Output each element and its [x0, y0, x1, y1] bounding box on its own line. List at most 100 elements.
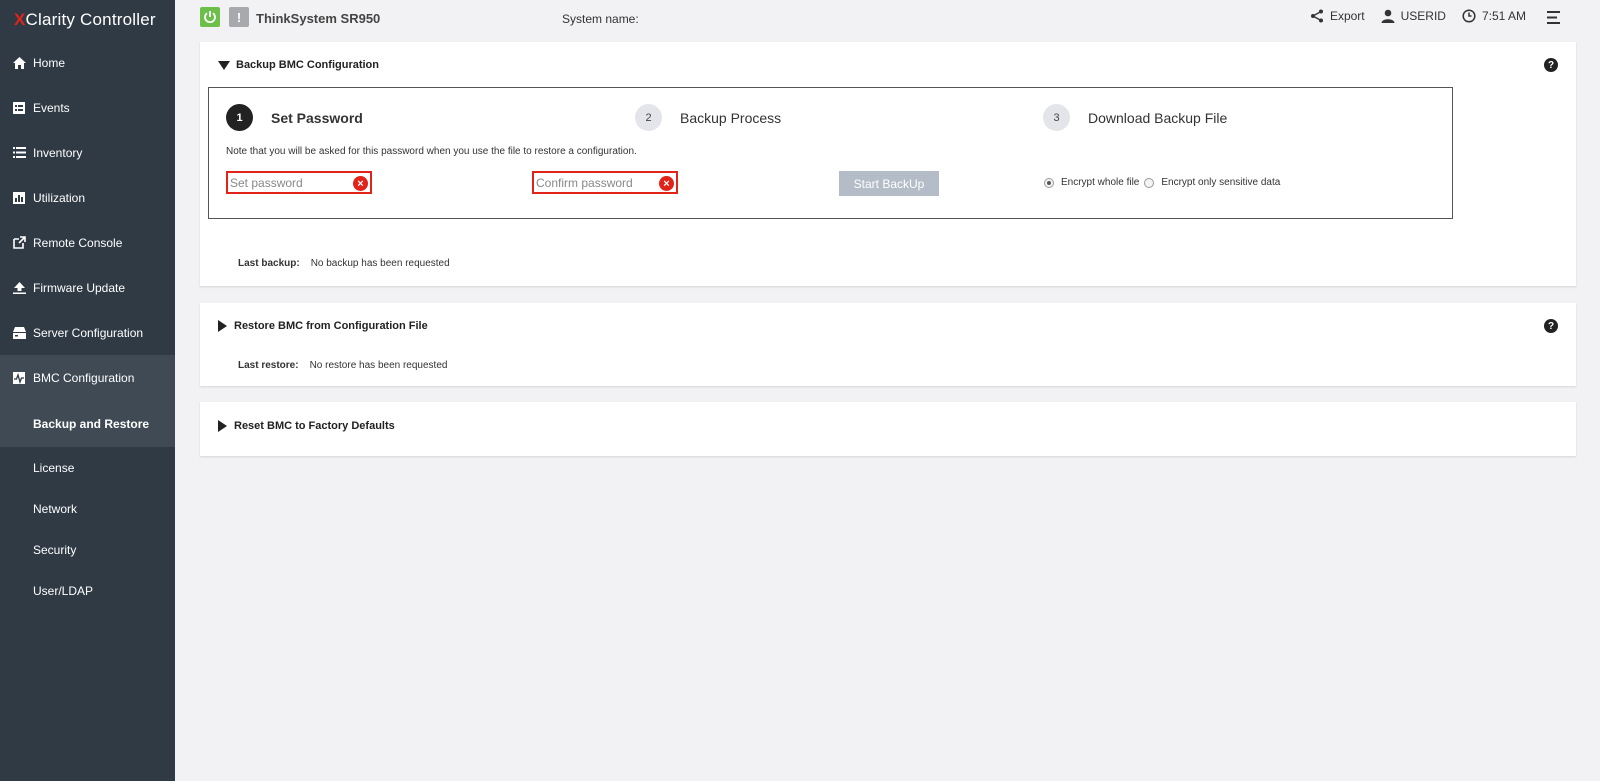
encrypt-whole-radio[interactable]: [1044, 177, 1054, 188]
error-icon: ×: [353, 176, 368, 191]
nav-item-events[interactable]: Events: [0, 85, 175, 130]
external-link-icon: [12, 236, 26, 250]
encryption-options: Encrypt whole file Encrypt only sensitiv…: [1044, 177, 1280, 188]
nav-item-utilization[interactable]: Utilization: [0, 175, 175, 220]
nav-item-label: Server Configuration: [33, 325, 144, 340]
encrypt-sensitive-radio[interactable]: [1144, 177, 1155, 188]
user-menu[interactable]: USERID: [1381, 9, 1446, 23]
help-glyph: ?: [1547, 59, 1555, 71]
chart-icon: [12, 191, 26, 205]
step-number: 1: [226, 104, 253, 131]
sidebar-subitem-network[interactable]: Network: [0, 488, 175, 529]
export-label: Export: [1329, 9, 1365, 23]
sidebar-subitem-backup-restore[interactable]: Backup and Restore: [0, 400, 175, 447]
nav-item-inventory[interactable]: Inventory: [0, 130, 175, 175]
power-status-button[interactable]: [200, 7, 220, 27]
confirm-password-field[interactable]: ×: [532, 171, 678, 194]
clock-icon: [1462, 9, 1476, 23]
start-backup-button[interactable]: Start BackUp: [839, 171, 939, 196]
product-name: ThinkSystem SR950: [256, 11, 381, 26]
nav-item-home[interactable]: Home: [0, 40, 175, 85]
app-logo[interactable]: X Clarity Controller: [0, 0, 175, 40]
sidebar-subitem-label: Network: [33, 501, 78, 516]
expand-arrow-icon: [218, 320, 227, 332]
system-name-label: System name:: [562, 12, 639, 26]
nav-item-firmware-update[interactable]: Firmware Update: [0, 265, 175, 310]
reset-panel-header[interactable]: Reset BMC to Factory Defaults: [218, 420, 395, 432]
export-button[interactable]: Export: [1310, 9, 1365, 23]
top-right-controls: Export USERID 7:51 AM: [1294, 9, 1526, 23]
nav-item-server-configuration[interactable]: Server Configuration: [0, 310, 175, 355]
last-restore-label: Last restore:: [238, 360, 299, 371]
nav-item-label: Inventory: [33, 145, 83, 160]
nav-item-label: BMC Configuration: [33, 370, 135, 385]
help-icon[interactable]: ?: [1544, 319, 1558, 333]
backup-panel: Backup BMC Configuration ? 1 Set Passwor…: [200, 42, 1576, 286]
reset-panel-title: Reset BMC to Factory Defaults: [234, 420, 395, 432]
backup-wizard: 1 Set Password 2 Backup Process 3 Downlo…: [208, 87, 1453, 219]
sidebar-subitem-label: Security: [33, 542, 77, 557]
collapse-arrow-icon: [218, 60, 230, 70]
restore-panel-title: Restore BMC from Configuration File: [234, 320, 428, 332]
restore-panel-header[interactable]: Restore BMC from Configuration File: [218, 320, 428, 332]
password-note: Note that you will be asked for this pas…: [226, 146, 637, 157]
last-backup-value: No backup has been requested: [310, 258, 450, 269]
hamburger-icon: [1547, 11, 1560, 24]
nav-item-bmc-configuration[interactable]: BMC Configuration: [0, 355, 175, 400]
logo-text: Clarity Controller: [25, 10, 156, 29]
set-password-field[interactable]: ×: [226, 171, 372, 194]
step-number: 3: [1043, 104, 1070, 131]
list-icon: [12, 146, 26, 160]
top-bar: ! ThinkSystem SR950 System name: Export …: [175, 0, 1600, 37]
step-label: Download Backup File: [1088, 109, 1228, 126]
help-glyph: ?: [1547, 320, 1555, 332]
restore-panel: Restore BMC from Configuration File ? La…: [200, 303, 1576, 386]
bmc-icon: [12, 371, 26, 385]
help-icon[interactable]: ?: [1544, 58, 1558, 72]
last-backup-label: Last backup:: [238, 258, 300, 269]
sidebar-subitem-security[interactable]: Security: [0, 529, 175, 570]
nav-item-label: Firmware Update: [33, 280, 126, 295]
user-icon: [1381, 9, 1395, 23]
set-password-input[interactable]: [230, 175, 350, 190]
menu-button[interactable]: [1547, 11, 1560, 29]
reset-panel: Reset BMC to Factory Defaults: [200, 402, 1576, 456]
confirm-password-input[interactable]: [536, 175, 656, 190]
last-backup-row: Last backup: No backup has been requeste…: [238, 258, 450, 269]
step-label: Set Password: [271, 109, 363, 126]
clock-time: 7:51 AM: [1481, 9, 1526, 23]
error-icon: ×: [659, 176, 674, 191]
upload-icon: [12, 281, 26, 295]
last-restore-value: No restore has been requested: [309, 360, 448, 371]
step-number: 2: [635, 104, 662, 131]
server-icon: [12, 326, 26, 340]
nav-item-label: Home: [33, 55, 66, 70]
home-icon: [12, 56, 26, 70]
alert-status-button[interactable]: !: [229, 7, 249, 27]
backup-panel-title: Backup BMC Configuration: [236, 59, 379, 71]
sidebar-subitem-license[interactable]: License: [0, 447, 175, 488]
nav-item-label: Utilization: [33, 190, 86, 205]
sidebar-subitem-label: License: [33, 460, 75, 475]
wizard-step-2: 2 Backup Process: [635, 104, 781, 131]
nav-item-remote-console[interactable]: Remote Console: [0, 220, 175, 265]
last-restore-row: Last restore: No restore has been reques…: [238, 360, 447, 371]
step-label: Backup Process: [680, 109, 782, 126]
expand-arrow-icon: [218, 420, 227, 432]
backup-panel-header[interactable]: Backup BMC Configuration: [218, 59, 379, 71]
wizard-step-3: 3 Download Backup File: [1043, 104, 1227, 131]
sidebar: X Clarity Controller Home Events Inventor…: [0, 0, 175, 781]
power-icon: [204, 11, 216, 24]
logo-mark: X: [14, 10, 26, 29]
nav-item-label: Events: [33, 100, 70, 115]
wizard-step-1: 1 Set Password: [226, 104, 363, 131]
sidebar-subitem-user-ldap[interactable]: User/LDAP: [0, 570, 175, 611]
user-label: USERID: [1400, 9, 1446, 23]
sidebar-subitem-label: User/LDAP: [33, 583, 94, 598]
sidebar-subitem-label: Backup and Restore: [33, 416, 150, 431]
encrypt-sensitive-label: Encrypt only sensitive data: [1161, 177, 1281, 188]
encrypt-whole-label: Encrypt whole file: [1061, 177, 1140, 188]
share-icon: [1310, 9, 1323, 23]
events-icon: [12, 101, 26, 115]
nav-item-label: Remote Console: [33, 235, 123, 250]
